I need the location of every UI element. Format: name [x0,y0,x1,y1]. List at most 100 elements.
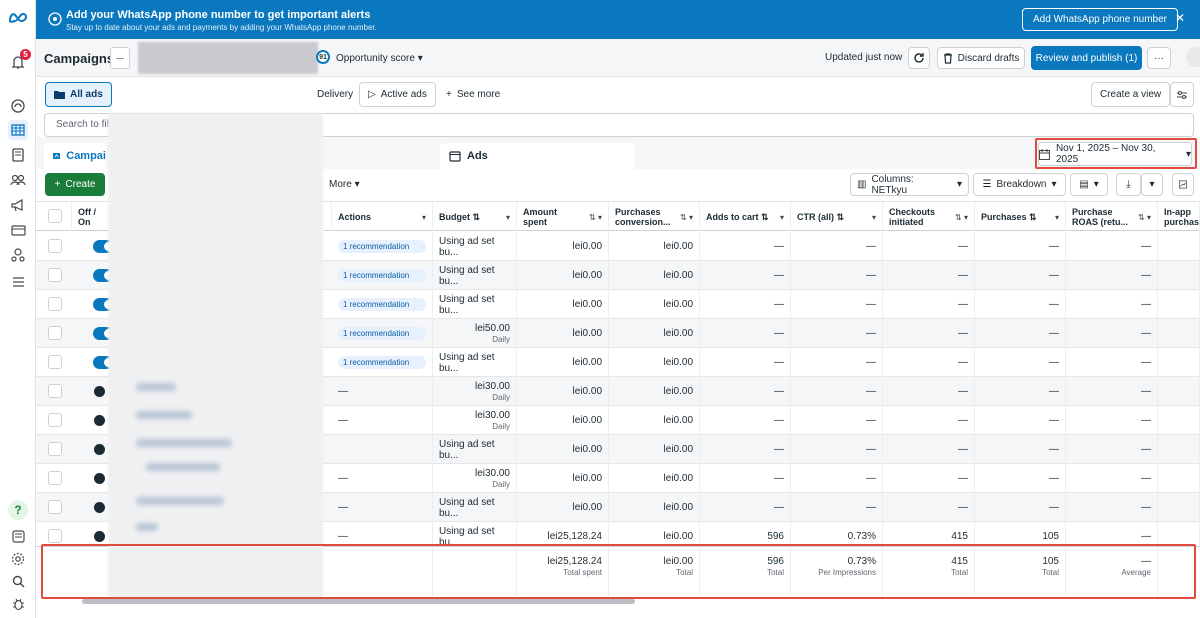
row-checkbox[interactable] [48,268,62,282]
search-icon[interactable] [8,571,28,591]
row-checkbox[interactable] [48,529,62,543]
col-purchases-conversion[interactable]: Purchases conversion... ⇅ ▾ [609,202,700,232]
news-icon[interactable] [8,526,28,546]
col-budget[interactable]: Budget ⇅ ▾ [433,202,517,232]
recommendation-badge[interactable]: 1 recommendation [338,298,426,311]
row-checkbox[interactable] [48,442,62,456]
recommendation-badge[interactable]: 1 recommendation [338,327,426,340]
dashboard-icon[interactable] [8,96,28,116]
actions-cell[interactable]: 1 recommendation [332,261,433,290]
col-ctr[interactable]: CTR (all) ⇅ ▾ [791,202,883,232]
row-checkbox[interactable] [48,471,62,485]
billing-card-icon[interactable] [8,220,28,240]
col-amount-spent[interactable]: Amount spent ⇅ ▾ [517,202,609,232]
left-nav-rail: 5 ? [0,0,36,618]
megaphone-icon[interactable] [8,195,28,215]
actions-cell[interactable]: 1 recommendation [332,232,433,261]
col-in-app-purchase[interactable]: In-app purchase [1158,202,1200,232]
budget-cell: Using ad set bu... [433,348,517,377]
create-view-button[interactable]: Create a view [1091,82,1171,107]
help-icon[interactable]: ? [8,500,28,520]
reports-button[interactable]: ▤ ▾ [1070,173,1108,196]
view-filters-bar: All ads Delivery ▷ Active ads + See more… [36,77,1200,184]
col-checkouts[interactable]: Checkouts initiated ⇅ ▾ [883,202,975,232]
col-purchase-roas[interactable]: Purchase ROAS (retu... ⇅ ▾ [1066,202,1158,232]
row-checkbox[interactable] [48,413,62,427]
plus-icon: + [446,89,452,100]
col-adds-to-cart[interactable]: Adds to cart ⇅ ▾ [700,202,791,232]
close-icon[interactable]: ✕ [1175,11,1185,25]
export-button[interactable]: ⤓ [1116,173,1141,196]
export-options-button[interactable]: ▾ [1141,173,1163,196]
row-checkbox[interactable] [48,500,62,514]
see-more-chip[interactable]: + See more [438,82,509,107]
breakdown-button[interactable]: ☰ Breakdown ▾ [973,173,1066,196]
atc-cell: — [700,464,791,493]
pconv-cell: lei0.00 [609,493,700,522]
search-input[interactable] [56,119,116,130]
gear-icon[interactable] [8,549,28,569]
date-range-picker[interactable]: Nov 1, 2025 – Nov 30, 2025 ▾ [1038,142,1192,166]
delivery-chip[interactable]: Delivery [309,82,362,107]
bug-report-icon[interactable] [8,594,28,614]
menu-icon[interactable] [8,272,28,292]
tab-ads[interactable]: Ads [440,143,634,169]
row-checkbox[interactable] [48,384,62,398]
ctr-cell: — [791,348,883,377]
add-whatsapp-button[interactable]: Add WhatsApp phone number [1022,8,1178,31]
ctr-cell: — [791,406,883,435]
avatar[interactable] [1186,47,1200,67]
active-ads-chip[interactable]: ▷ Active ads [359,82,436,107]
audiences-icon[interactable] [8,170,28,190]
calendar-icon [1039,148,1050,160]
sort-icon: ⇅ [1029,212,1037,222]
recommendation-badge[interactable]: 1 recommendation [338,269,426,282]
discard-drafts-button[interactable]: Discard drafts [937,47,1025,69]
more-options-button[interactable]: ··· [1147,47,1171,69]
actions-cell[interactable]: — [332,377,433,406]
recommendation-badge[interactable]: 1 recommendation [338,240,426,253]
row-checkbox[interactable] [48,239,62,253]
refresh-button[interactable] [908,47,930,69]
ctr-cell: — [791,464,883,493]
actions-cell[interactable] [332,435,433,464]
more-actions-button[interactable]: More ▾ [329,179,360,190]
view-settings-button[interactable] [1170,82,1194,107]
opportunity-score-label[interactable]: Opportunity score ▾ [336,53,423,64]
chart-button[interactable] [1172,173,1194,196]
chevron-down-icon: ▾ [1093,179,1099,190]
notifications-icon[interactable]: 5 [8,49,31,72]
roas-cell: — [1066,261,1158,290]
col-actions[interactable]: Actions ▾ [332,202,433,232]
account-selector[interactable] [110,47,130,69]
chevron-down-icon: ▾ [871,213,876,222]
col-purchases[interactable]: Purchases ⇅ ▾ [975,202,1066,232]
columns-button[interactable]: ▥ Columns: NETkyu ▾ [850,173,969,196]
recommendation-badge[interactable]: 1 recommendation [338,356,426,369]
create-button[interactable]: + Create [45,173,105,196]
checkouts-cell: — [883,406,975,435]
actions-cell[interactable]: — [332,464,433,493]
actions-cell[interactable]: 1 recommendation [332,319,433,348]
all-ads-chip[interactable]: All ads [45,82,112,107]
opportunity-score-badge[interactable]: 91 [316,50,330,64]
row-checkbox[interactable] [48,297,62,311]
actions-cell[interactable]: 1 recommendation [332,348,433,377]
meta-logo-icon[interactable] [8,8,28,28]
tab-campaigns[interactable]: Campai [44,143,106,169]
row-checkbox[interactable] [48,326,62,340]
review-and-publish-button[interactable]: Review and publish (1) [1031,46,1142,70]
atc-cell: — [700,348,791,377]
pages-icon[interactable] [8,145,28,165]
budget-cell: Using ad set bu... [433,435,517,464]
row-checkbox[interactable] [48,355,62,369]
select-all-checkbox[interactable] [48,209,62,223]
campaign-folder-icon [53,152,61,160]
ads-manager-table-icon[interactable] [8,120,28,140]
business-settings-icon[interactable] [8,245,28,265]
horizontal-scrollbar[interactable] [82,599,635,604]
checkouts-cell: — [883,261,975,290]
actions-cell[interactable]: 1 recommendation [332,290,433,319]
actions-cell[interactable]: — [332,406,433,435]
actions-cell[interactable]: — [332,493,433,522]
